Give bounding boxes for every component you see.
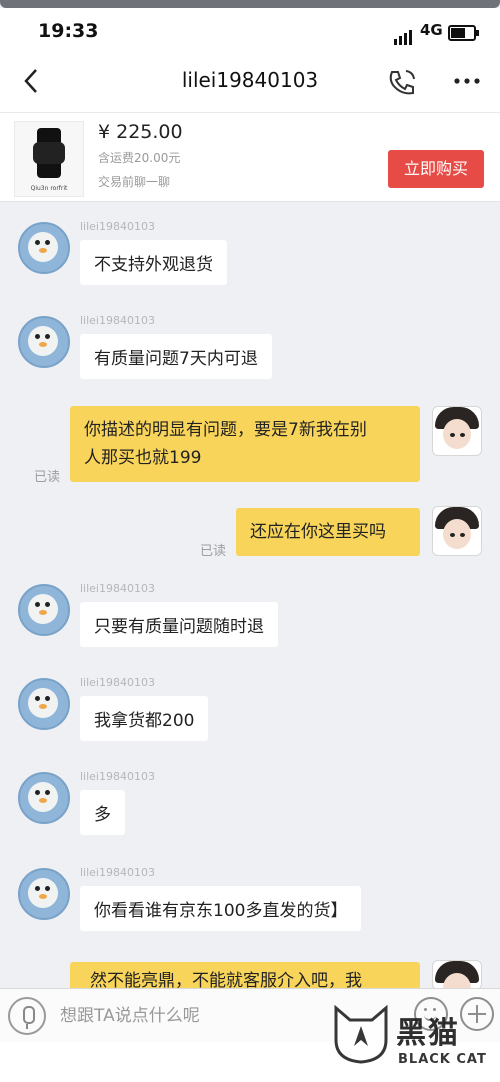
message-sender: lilei19840103	[80, 676, 155, 689]
message-bubble[interactable]: 你看看谁有京东100多直发的货】	[80, 886, 362, 931]
read-status: 已读	[200, 544, 227, 559]
message-sender: lilei19840103	[80, 582, 155, 595]
message-bubble[interactable]: 我拿货都200	[80, 696, 209, 741]
seller-avatar[interactable]	[18, 316, 70, 368]
chat-title: lilei19840103	[181, 68, 319, 92]
seller-avatar[interactable]	[18, 868, 70, 920]
more-icon[interactable]	[450, 66, 484, 96]
message-line: 你描述的明显有问题，要是7新我在别	[84, 420, 367, 440]
message-bubble[interactable]: 有质量问题7天内可退	[80, 334, 272, 379]
buy-now-button[interactable]: 立即购买	[388, 150, 484, 188]
seller-avatar[interactable]	[18, 772, 70, 824]
read-status: 已读	[34, 470, 61, 485]
seller-avatar[interactable]	[18, 678, 70, 730]
seller-avatar[interactable]	[18, 584, 70, 636]
watermark-cn: 黑猫	[396, 1016, 460, 1051]
message-bubble[interactable]: 只要有质量问题随时退	[80, 602, 278, 647]
watch-icon	[33, 128, 65, 178]
message-bubble[interactable]: 多	[80, 790, 125, 835]
top-frame	[0, 0, 500, 8]
product-price: ¥ 225.00	[98, 121, 183, 143]
signal-icon	[394, 30, 412, 45]
product-shipping: 含运费20.00元	[98, 151, 181, 165]
microphone-icon[interactable]	[8, 997, 46, 1035]
my-message-bubble[interactable]: 你描述的明显有问题，要是7新我在别 人那买也就199	[70, 406, 420, 482]
watermark-en: BLACK CAT	[398, 1052, 487, 1067]
status-bar: 19:33 4G	[0, 8, 500, 52]
message-sender: lilei19840103	[80, 220, 155, 233]
my-avatar[interactable]	[432, 506, 482, 556]
message-sender: lilei19840103	[80, 314, 155, 327]
watermark: 黑猫 BLACK CAT	[328, 990, 498, 1078]
product-card[interactable]: Qiu3n rorfrit ¥ 225.00 含运费20.00元 交易前聊一聊 …	[0, 112, 500, 202]
battery-icon	[448, 25, 479, 41]
cat-logo-icon	[334, 1004, 388, 1064]
network-type: 4G	[420, 21, 443, 39]
product-image[interactable]: Qiu3n rorfrit	[14, 121, 84, 197]
message-input[interactable]: 想跟TA说点什么呢	[60, 1001, 200, 1026]
my-message-bubble[interactable]: 还应在你这里买吗	[236, 508, 420, 556]
my-message-bubble[interactable]: 然不能亮鼎，不能就客服介入吧，我	[70, 962, 420, 988]
chat-hint: 交易前聊一聊	[98, 175, 171, 189]
status-time: 19:33	[38, 20, 99, 42]
my-avatar[interactable]	[432, 406, 482, 456]
message-line: 人那买也就199	[84, 448, 202, 468]
message-text: 然不能亮鼎，不能就客服介入吧，我	[90, 971, 362, 988]
my-avatar[interactable]	[432, 960, 482, 990]
message-bubble[interactable]: 不支持外观退货	[80, 240, 227, 285]
chat-header: lilei19840103	[0, 52, 500, 112]
seller-avatar[interactable]	[18, 222, 70, 274]
message-sender: lilei19840103	[80, 770, 155, 783]
product-image-caption: Qiu3n rorfrit	[30, 185, 68, 192]
phone-icon[interactable]	[386, 66, 420, 98]
message-sender: lilei19840103	[80, 866, 155, 879]
